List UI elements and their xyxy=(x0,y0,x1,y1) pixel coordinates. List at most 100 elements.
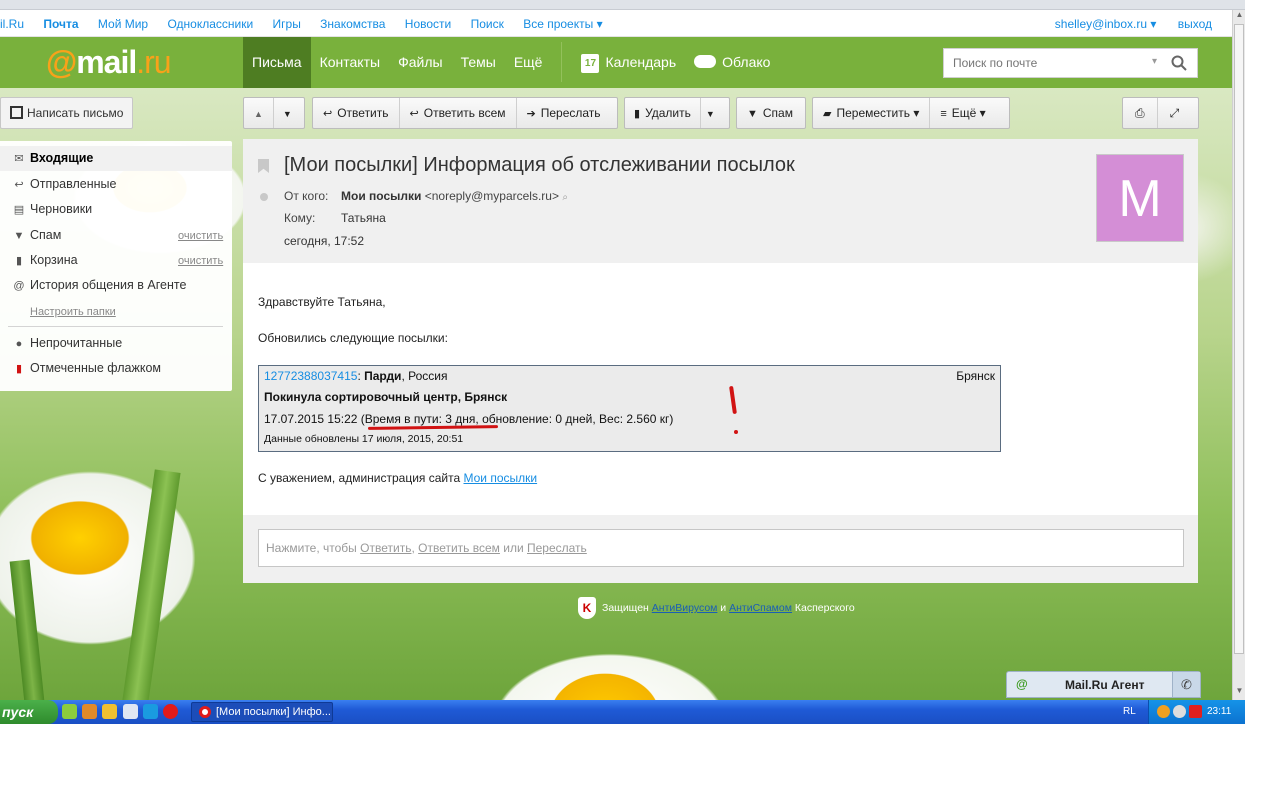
chevron-down-icon[interactable]: ▾ xyxy=(1152,56,1157,67)
compose-button[interactable]: Написать письмо xyxy=(0,97,133,129)
taskbar-window-label: [Мои посылки] Инфо... xyxy=(216,706,331,718)
quick-forward-link[interactable]: Переслать xyxy=(527,541,587,555)
opera-icon[interactable] xyxy=(163,704,178,719)
quick-reply-link[interactable]: Ответить xyxy=(360,541,411,555)
nav-calendar[interactable]: 17 Календарь xyxy=(572,37,685,88)
skype-icon[interactable] xyxy=(143,704,158,719)
filter-unread[interactable]: ● Непрочитанные xyxy=(12,336,122,350)
scroll-up-icon[interactable]: ▲ xyxy=(1233,10,1245,22)
read-status-icon[interactable] xyxy=(260,193,268,201)
cloud-icon xyxy=(694,54,717,68)
language-indicator[interactable]: RL xyxy=(1123,706,1136,717)
agent-at-icon: @ xyxy=(1016,677,1028,691)
message-greeting: Здравствуйте Татьяна, xyxy=(258,295,386,309)
filter-flagged[interactable]: ▮ Отмеченные флажком xyxy=(12,361,161,375)
folder-inbox[interactable]: ✉ Входящие xyxy=(12,151,93,165)
flag-icon[interactable] xyxy=(258,159,269,173)
sender-email[interactable]: <noreply@myparcels.ru> xyxy=(425,189,559,203)
nav-contacts[interactable]: Контакты xyxy=(311,37,389,88)
portal-links: il.Ru Почта Мой Мир Одноклассники Игры З… xyxy=(0,17,619,31)
delete-button[interactable]: ▮ Удалить xyxy=(625,98,701,128)
more-actions-button[interactable]: ≡ Ещё ▾ xyxy=(930,98,995,128)
portal-link-dating[interactable]: Знакомства xyxy=(320,17,385,31)
dot-icon: ● xyxy=(15,338,23,350)
next-message-button[interactable]: ▼ xyxy=(274,98,301,128)
quick-reply-all-link[interactable]: Ответить всем xyxy=(418,541,500,555)
envelope-icon: ✉ xyxy=(14,153,24,165)
site-link[interactable]: Мои посылки xyxy=(464,471,538,485)
phone-icon[interactable]: ✆ xyxy=(1172,672,1200,697)
page-scrollbar[interactable]: ▲ ▼ xyxy=(1232,10,1245,700)
toggle-view-button[interactable]: ⤢ xyxy=(1158,98,1192,128)
signoff-text: С уважением, администрация сайта xyxy=(258,471,464,485)
trash-icon: ▮ xyxy=(634,108,641,120)
move-button[interactable]: ▰ Переместить ▾ xyxy=(813,98,931,128)
account-menu[interactable]: shelley@inbox.ru ▾ xyxy=(1055,17,1157,31)
mailru-logo[interactable]: @mail.ru xyxy=(46,44,172,80)
quicklaunch-icon[interactable] xyxy=(102,704,117,719)
folder-trash[interactable]: ▮ Корзина xyxy=(12,253,78,267)
clean-spam-link[interactable]: очистить xyxy=(178,230,223,242)
tracking-number-link[interactable]: 12772388037415 xyxy=(264,369,357,383)
antivirus-link[interactable]: АнтиВирусом xyxy=(652,602,718,614)
portal-bar: il.Ru Почта Мой Мир Одноклассники Игры З… xyxy=(0,10,1232,37)
logout-link[interactable]: выход xyxy=(1178,17,1212,31)
portal-link-news[interactable]: Новости xyxy=(405,17,451,31)
ati-icon[interactable] xyxy=(1189,705,1202,718)
quicklaunch-icon[interactable] xyxy=(123,704,138,719)
portal-link-search[interactable]: Поиск xyxy=(471,17,504,31)
quicklaunch-icon[interactable] xyxy=(62,704,77,719)
start-button[interactable]: пуск xyxy=(0,700,58,724)
portal-link-mailru[interactable]: il.Ru xyxy=(0,17,24,31)
scroll-down-icon[interactable]: ▼ xyxy=(1233,686,1245,698)
portal-link-ok[interactable]: Одноклассники xyxy=(167,17,253,31)
reply-all-button[interactable]: ↩ Ответить всем xyxy=(400,98,517,128)
logo-ru: .ru xyxy=(136,44,171,80)
print-button[interactable]: ⎙ xyxy=(1123,98,1158,128)
spam-button[interactable]: ▼ Спам xyxy=(736,97,806,129)
quick-reply-input[interactable]: Нажмите, чтобы Ответить, Ответить всем и… xyxy=(258,529,1184,567)
nav-themes[interactable]: Темы xyxy=(452,37,505,88)
taskbar-window-button[interactable]: [Мои посылки] Инфо... xyxy=(191,702,333,722)
folder-spam[interactable]: ▼ Спам xyxy=(12,228,62,242)
portal-link-all-projects[interactable]: Все проекты ▾ xyxy=(523,17,602,31)
forward-button[interactable]: ➔ Переслать xyxy=(517,98,611,128)
portal-link-mail[interactable]: Почта xyxy=(43,17,78,31)
scrollbar-thumb[interactable] xyxy=(1234,24,1244,654)
previous-message-button[interactable]: ▲ xyxy=(244,98,274,128)
opera-icon xyxy=(199,706,211,718)
setup-folders-link[interactable]: Настроить папки xyxy=(30,306,116,318)
tray-icon[interactable] xyxy=(1173,705,1186,718)
nav-more[interactable]: Ещё xyxy=(505,37,552,88)
search-icon[interactable]: ⌕ xyxy=(562,192,568,203)
nav-files[interactable]: Файлы xyxy=(389,37,451,88)
recipient-name[interactable]: Татьяна xyxy=(341,211,386,225)
delete-options-button[interactable]: ▼ xyxy=(701,98,720,128)
browser-chrome xyxy=(0,0,1245,10)
sender-name[interactable]: Мои посылки xyxy=(341,189,421,203)
tray-icon[interactable] xyxy=(1157,705,1170,718)
folder-label: Спам xyxy=(30,228,62,242)
nav-letters[interactable]: Письма xyxy=(243,37,311,88)
clock[interactable]: 23:11 xyxy=(1207,706,1231,717)
nav-cloud[interactable]: Облако xyxy=(685,37,779,88)
message-header: [Мои посылки] Информация об отслеживании… xyxy=(243,139,1198,263)
search-icon[interactable] xyxy=(1171,55,1187,71)
folder-label: Черновики xyxy=(30,202,93,216)
search-input[interactable] xyxy=(944,49,1144,77)
antispam-link[interactable]: АнтиСпамом xyxy=(729,602,792,614)
folder-drafts[interactable]: ▤ Черновики xyxy=(12,202,92,216)
clean-trash-link[interactable]: очистить xyxy=(178,255,223,267)
reply-button[interactable]: ↩ Ответить xyxy=(313,98,400,128)
folder-agent-history[interactable]: @ История общения в Агенте xyxy=(12,278,186,292)
message-to: Кому: Татьяна xyxy=(284,211,386,225)
folder-sent[interactable]: ↩ Отправленные xyxy=(12,177,116,191)
quicklaunch-icon[interactable] xyxy=(82,704,97,719)
portal-link-games[interactable]: Игры xyxy=(273,17,301,31)
reply-all-icon: ↩ xyxy=(409,108,419,120)
portal-link-my-world[interactable]: Мой Мир xyxy=(98,17,148,31)
spam-button-inner: ▼ Спам xyxy=(737,98,803,128)
mailru-agent-widget[interactable]: @ Mail.Ru Агент ✆ xyxy=(1006,671,1201,698)
system-tray: 23:11 xyxy=(1148,700,1245,724)
forward-icon: ➔ xyxy=(526,108,536,120)
